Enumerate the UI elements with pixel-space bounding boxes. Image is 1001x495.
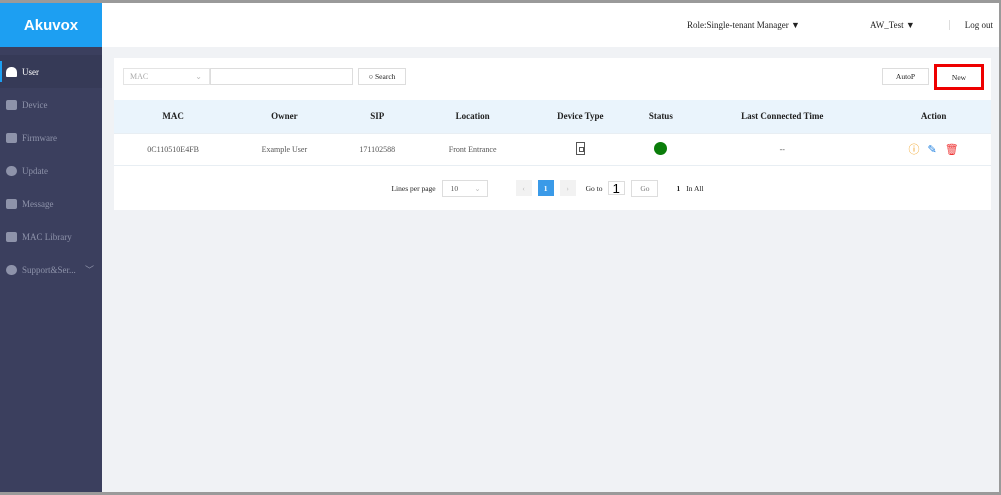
last-connected-cell: -- — [688, 132, 877, 166]
sidebar-item-firmware[interactable]: Firmware — [0, 121, 102, 154]
support-icon — [6, 264, 17, 275]
filter-select-value: MAC — [130, 72, 149, 81]
top-header: Role:Single-tenant Manager ▼ AW_Test ▼ L… — [102, 3, 999, 47]
sidebar-item-label: MAC Library — [22, 231, 72, 242]
column-header: MAC — [114, 100, 233, 133]
table-row: 0C110510E4FB Example User 171102588 Fron… — [114, 132, 991, 166]
toolbar: MAC ⌄ ○ Search AutoP New — [114, 58, 991, 100]
prev-page-button[interactable]: ‹ — [515, 180, 532, 196]
akuvox-logo: Akuvox — [0, 3, 102, 47]
status-online-indicator — [654, 141, 668, 155]
page-button-1[interactable]: 1 — [537, 180, 554, 196]
library-icon — [6, 231, 17, 242]
device-type-cell — [527, 132, 634, 166]
info-icon[interactable]: ⓘ — [908, 141, 919, 157]
app-window: Akuvox User Device Firmware Update Messa… — [0, 3, 999, 492]
sidebar-item-update[interactable]: Update — [0, 154, 102, 187]
sidebar-item-label: Firmware — [22, 132, 57, 143]
lines-per-page-label: Lines per page — [391, 183, 436, 193]
total-label: In All — [686, 183, 704, 193]
sidebar-item-user[interactable]: User — [0, 55, 102, 88]
chevron-down-icon: ﹀ — [84, 265, 94, 275]
logout-link[interactable]: Log out — [948, 20, 993, 30]
goto-label: Go to — [585, 183, 603, 193]
mac-cell: 0C110510E4FB — [114, 132, 233, 166]
pagination: Lines per page 10 ⌄ ‹ 1 › Go to Go 1 In A… — [114, 166, 991, 211]
device-table: MAC Owner SIP Location Device Type Statu… — [114, 100, 991, 166]
column-header: Location — [418, 100, 528, 133]
sidebar-item-mac-library[interactable]: MAC Library — [0, 220, 102, 253]
table-header-row: MAC Owner SIP Location Device Type Statu… — [114, 100, 991, 133]
sidebar-item-support[interactable]: Support&Ser... ﹀ — [0, 253, 102, 286]
sidebar-nav: User Device Firmware Update Message MAC … — [0, 55, 102, 286]
lines-per-page-select[interactable]: 10 ⌄ — [441, 179, 488, 197]
user-dropdown[interactable]: AW_Test ▼ — [870, 20, 915, 30]
column-header: Last Connected Time — [688, 100, 877, 133]
sidebar-item-label: User — [22, 66, 39, 77]
sidebar-item-message[interactable]: Message — [0, 187, 102, 220]
action-cell: ⓘ ✎ 🗑 — [876, 132, 991, 166]
location-cell: Front Entrance — [418, 132, 528, 166]
edit-icon[interactable]: ✎ — [927, 143, 936, 156]
chevron-down-icon: ⌄ — [474, 183, 481, 193]
sip-cell: 171102588 — [336, 132, 419, 166]
column-header: Status — [633, 100, 689, 133]
role-dropdown[interactable]: Role:Single-tenant Manager ▼ — [687, 20, 800, 30]
device-list-card: MAC ⌄ ○ Search AutoP New MAC Owner SIP Lo… — [114, 58, 991, 210]
owner-cell: Example User — [232, 132, 337, 166]
column-header: Action — [876, 100, 991, 133]
puzzle-icon — [6, 132, 17, 143]
goto-page-input[interactable] — [608, 181, 626, 195]
delete-icon[interactable]: 🗑 — [945, 143, 959, 156]
column-header: Device Type — [527, 100, 634, 133]
device-icon — [6, 99, 17, 110]
cloud-upload-icon — [6, 165, 17, 176]
sidebar-item-label: Support&Ser... — [22, 264, 76, 275]
sidebar: Akuvox User Device Firmware Update Messa… — [0, 3, 102, 492]
sidebar-item-label: Update — [22, 165, 48, 176]
search-input[interactable] — [210, 68, 353, 85]
user-icon — [6, 66, 17, 77]
column-header: SIP — [336, 100, 419, 133]
message-icon — [6, 198, 17, 209]
go-button[interactable]: Go — [631, 179, 659, 197]
sidebar-item-device[interactable]: Device — [0, 88, 102, 121]
status-cell — [633, 132, 689, 166]
lines-per-page-value: 10 — [450, 183, 459, 193]
sidebar-item-label: Message — [22, 198, 54, 209]
chevron-down-icon: ⌄ — [195, 72, 202, 81]
search-button[interactable]: ○ Search — [358, 68, 406, 85]
new-button[interactable]: New — [934, 64, 984, 90]
door-phone-icon — [575, 141, 585, 155]
autop-button[interactable]: AutoP — [882, 68, 929, 85]
filter-select[interactable]: MAC ⌄ — [123, 68, 210, 85]
total-count: 1 — [676, 183, 681, 193]
next-page-button[interactable]: › — [559, 180, 576, 196]
sidebar-item-label: Device — [22, 99, 48, 110]
column-header: Owner — [232, 100, 337, 133]
